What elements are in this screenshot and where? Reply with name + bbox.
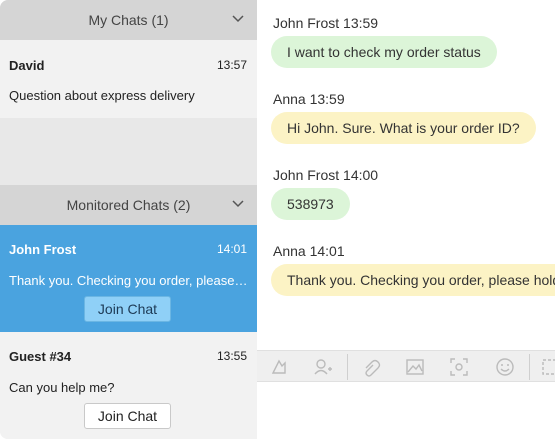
message-input[interactable] xyxy=(257,382,555,439)
chat-time: 13:57 xyxy=(216,58,247,72)
message-sender: John Frost 13:59 xyxy=(273,15,379,31)
message-bubble: I want to check my order status xyxy=(271,36,497,68)
chat-preview: Thank you. Checking you order, please ho… xyxy=(9,273,249,288)
conversation-panel: John Frost 13:59 I want to check my orde… xyxy=(257,0,555,439)
monitored-chats-header[interactable]: Monitored Chats (2) xyxy=(0,185,257,225)
toolbar-divider xyxy=(347,354,348,380)
chat-preview: Can you help me? xyxy=(9,380,115,395)
chat-preview: Question about express delivery xyxy=(9,88,195,103)
emoji-icon[interactable] xyxy=(495,357,515,377)
move-icon[interactable] xyxy=(269,357,289,377)
join-chat-button[interactable]: Join Chat xyxy=(84,296,171,322)
chat-item-john-frost[interactable]: John Frost 14:01 Thank you. Checking you… xyxy=(0,225,257,332)
join-chat-button[interactable]: Join Chat xyxy=(84,403,171,429)
chevron-down-icon[interactable] xyxy=(231,12,245,26)
message-bubble: 538973 xyxy=(271,188,350,220)
message-bubble: Thank you. Checking you order, please ho… xyxy=(271,264,555,296)
screenshot-icon[interactable] xyxy=(449,357,469,377)
message-sender: Anna 14:01 xyxy=(273,243,345,259)
my-chats-header[interactable]: My Chats (1) xyxy=(0,0,257,40)
message-toolbar xyxy=(257,350,555,382)
chevron-down-icon[interactable] xyxy=(231,197,245,211)
message-sender: John Frost 14:00 xyxy=(273,167,379,183)
monitored-chats-title: Monitored Chats (2) xyxy=(66,197,191,213)
message-sender: Anna 13:59 xyxy=(273,91,345,107)
chat-time: 13:55 xyxy=(216,349,247,363)
my-chats-title: My Chats (1) xyxy=(88,12,169,28)
image-icon[interactable] xyxy=(405,357,425,377)
chat-time: 14:01 xyxy=(216,242,247,256)
more-icon[interactable] xyxy=(541,357,555,377)
chat-name: Guest #34 xyxy=(9,349,72,364)
add-person-icon[interactable] xyxy=(313,357,333,377)
toolbar-divider xyxy=(529,354,530,380)
chat-list-panel: My Chats (1) David 13:57 Question about … xyxy=(0,0,257,439)
chat-name: John Frost xyxy=(9,242,77,257)
chat-app: My Chats (1) David 13:57 Question about … xyxy=(0,0,555,439)
message-bubble: Hi John. Sure. What is your order ID? xyxy=(271,112,536,144)
attachment-icon[interactable] xyxy=(361,357,381,377)
empty-space xyxy=(0,118,257,185)
chat-name: David xyxy=(9,58,45,73)
chat-item-david[interactable]: David 13:57 Question about express deliv… xyxy=(0,40,257,118)
chat-item-guest-34[interactable]: Guest #34 13:55 Can you help me? Join Ch… xyxy=(0,332,257,439)
